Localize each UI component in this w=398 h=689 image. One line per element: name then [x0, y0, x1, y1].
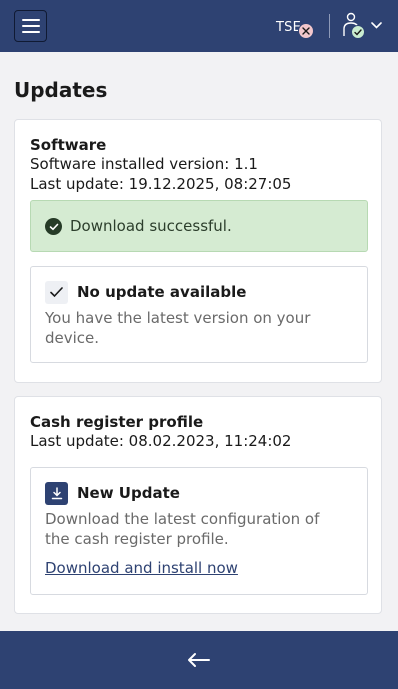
back-button[interactable]	[184, 648, 214, 672]
software-title: Software	[30, 136, 107, 154]
download-install-link[interactable]: Download and install now	[45, 559, 238, 577]
software-installed-version: Software installed version: 1.1	[30, 155, 258, 173]
no-update-text: You have the latest version on your devi…	[45, 309, 311, 347]
new-update-panel: New Update Download the latest configura…	[30, 467, 368, 595]
error-x-icon	[298, 23, 314, 39]
alert-message: Download successful.	[70, 217, 232, 235]
check-icon	[351, 25, 365, 39]
bottom-bar	[0, 631, 398, 689]
software-last-update: Last update: 19.12.2025, 08:27:05	[30, 175, 292, 193]
top-bar: TSE	[0, 0, 398, 52]
arrow-left-icon	[188, 653, 210, 667]
hamburger-icon	[21, 19, 40, 21]
cash-register-profile-card: Cash register profile Last update: 08.02…	[14, 396, 382, 614]
chevron-down-icon	[371, 22, 382, 29]
tse-status[interactable]: TSE	[276, 16, 314, 39]
page-title: Updates	[14, 78, 108, 102]
profile-title: Cash register profile	[30, 413, 204, 431]
user-menu-button[interactable]	[341, 12, 385, 40]
no-update-title: No update available	[77, 283, 247, 301]
new-update-text: Download the latest configuration of the…	[45, 510, 320, 548]
success-check-icon	[45, 218, 62, 235]
download-success-alert: Download successful.	[30, 200, 368, 252]
download-icon	[45, 482, 68, 505]
software-card: Software Software installed version: 1.1…	[14, 119, 382, 383]
new-update-title: New Update	[77, 484, 180, 502]
header-divider	[329, 14, 330, 38]
menu-button[interactable]	[14, 10, 47, 42]
profile-last-update: Last update: 08.02.2023, 11:24:02	[30, 432, 292, 450]
no-update-panel: No update available You have the latest …	[30, 266, 368, 363]
checkmark-icon	[45, 281, 68, 304]
